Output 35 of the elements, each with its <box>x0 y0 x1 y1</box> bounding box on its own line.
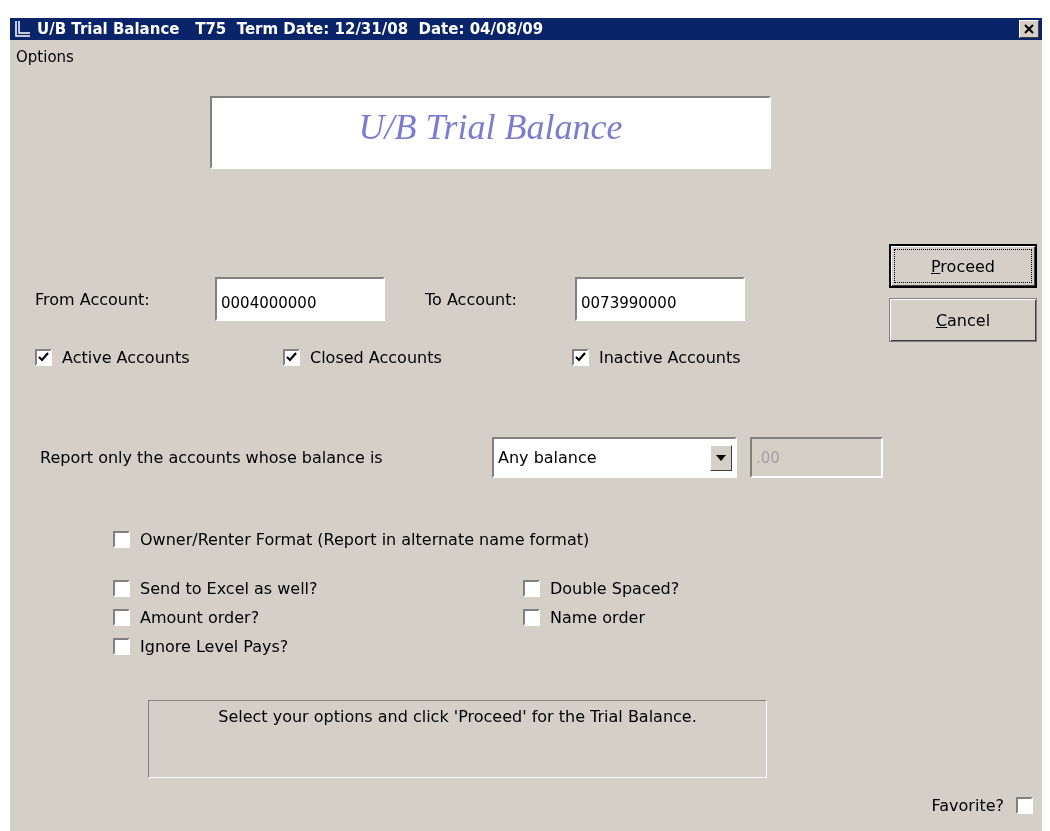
field-label: Report only the accounts whose balance is <box>40 448 384 467</box>
checkbox[interactable] <box>113 580 130 597</box>
checkbox-label: Amount order? <box>140 608 260 627</box>
checkbox[interactable] <box>35 349 52 366</box>
checkbox[interactable] <box>1016 797 1033 814</box>
app-icon <box>13 20 31 38</box>
checkbox-label: Inactive Accounts <box>599 348 741 367</box>
input-field[interactable]: 0004000000 <box>215 277 385 321</box>
balance-dropdown[interactable]: Any balance <box>492 437 737 478</box>
field-label: To Account: <box>424 289 518 309</box>
checkbox-label: Active Accounts <box>62 348 190 367</box>
checkbox[interactable] <box>283 349 300 366</box>
checkbox[interactable] <box>572 349 589 366</box>
close-icon <box>1024 24 1034 34</box>
input-field[interactable]: 0073990000 <box>575 277 745 321</box>
menu-item[interactable]: Options <box>16 48 74 72</box>
checkbox-label: Double Spaced? <box>550 579 680 598</box>
window-title: U/B Trial Balance T75 Term Date: 12/31/08 Date: 04/08/09 <box>37 20 545 38</box>
checkbox-label: Name order <box>550 608 645 627</box>
close-button[interactable] <box>1019 20 1039 38</box>
checkbox[interactable] <box>113 531 130 548</box>
checkbox[interactable] <box>523 609 540 626</box>
checkbox[interactable] <box>523 580 540 597</box>
report-banner: U/B Trial Balance <box>210 96 771 169</box>
field-label: From Account: <box>35 289 151 309</box>
checkbox-label: Ignore Level Pays? <box>140 637 289 656</box>
dialog-button[interactable]: Cancel <box>889 298 1037 342</box>
favorite-label: Favorite? <box>931 796 1004 815</box>
status-message: Select your options and click 'Proceed' for the Trial Balance. <box>148 700 767 778</box>
checkbox-label: Closed Accounts <box>310 348 442 367</box>
checkbox-label: Owner/Renter Format (Report in alternate name format) <box>140 530 590 549</box>
checkbox-label: Send to Excel as well? <box>140 579 318 598</box>
checkbox[interactable] <box>113 609 130 626</box>
checkbox[interactable] <box>113 638 130 655</box>
dialog-button[interactable]: Proceed <box>889 244 1037 288</box>
